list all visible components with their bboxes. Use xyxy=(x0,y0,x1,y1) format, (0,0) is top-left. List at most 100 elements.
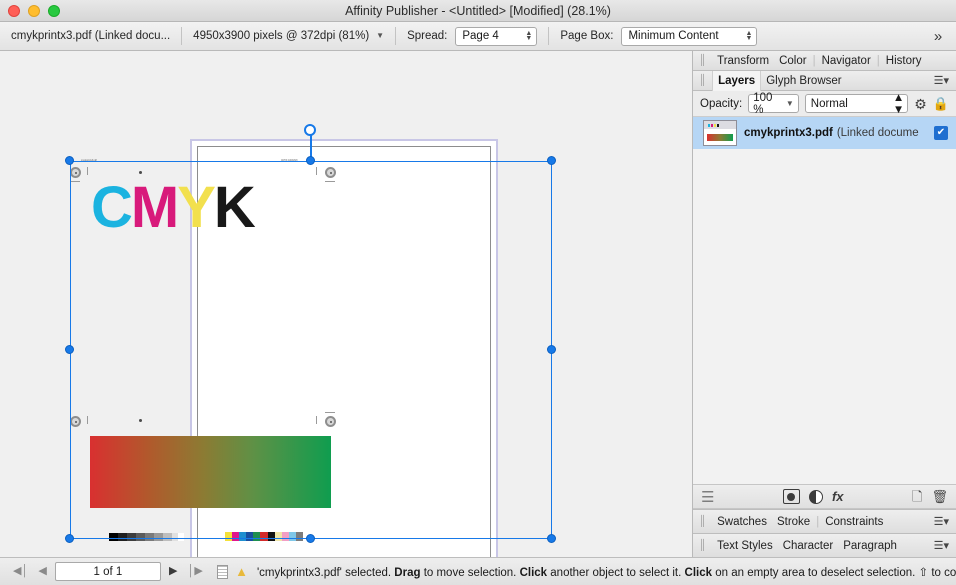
linked-pdf-artwork[interactable]: CMYK cmykprintx3.pdf CMYK 100/0/0/0 xyxy=(69,159,552,541)
selection-handle-bottom-right[interactable] xyxy=(547,534,556,543)
studio-tabs-layers: ║ Layers Glyph Browser ☰▾ xyxy=(693,70,956,91)
opacity-input[interactable]: 100 % ▼ xyxy=(748,91,799,116)
layer-properties-row: Opacity: 100 % ▼ Normal ▲ ▼ ⚙ 🔒 xyxy=(693,91,956,117)
letter-y: Y xyxy=(177,175,216,240)
tab-navigator[interactable]: Navigator xyxy=(817,51,876,71)
color-swatch xyxy=(246,532,254,541)
right-panel-rail: ║ Transform Color | Navigator | History … xyxy=(692,51,956,557)
blend-mode-value: Normal xyxy=(810,97,848,110)
letter-c: C xyxy=(91,175,133,240)
selection-handle-middle-right[interactable] xyxy=(547,345,556,354)
color-swatch xyxy=(260,532,268,541)
text-grip-icon[interactable]: ║ xyxy=(693,540,712,551)
color-test-strip xyxy=(225,532,304,541)
studio-tabs-text: ║ Text Styles Character Paragraph ☰▾ xyxy=(693,533,956,557)
page-box-stepper-icon[interactable]: ▲ ▼ xyxy=(746,30,754,42)
next-page-icon[interactable]: ▶ xyxy=(164,566,182,577)
registration-mark-bl xyxy=(70,416,81,427)
color-swatch xyxy=(253,532,261,541)
tab-transform[interactable]: Transform xyxy=(712,51,774,71)
layer-visibility-checkbox[interactable]: ✔ xyxy=(934,126,948,140)
tab-constraints[interactable]: Constraints xyxy=(820,512,888,532)
context-toolbar: cmykprintx3.pdf (Linked docu... 4950x390… xyxy=(0,22,956,51)
dimensions-dropdown[interactable]: 4950x3900 pixels @ 372dpi (81%) ▼ xyxy=(182,22,395,51)
selection-handle-top-right[interactable] xyxy=(547,156,556,165)
layers-list[interactable]: cmykprintx3.pdf (Linked docume ✔ xyxy=(693,117,956,484)
studio-tabs-top: ║ Transform Color | Navigator | History xyxy=(693,51,956,71)
tab-swatches[interactable]: Swatches xyxy=(712,512,772,532)
opacity-value: 100 % xyxy=(753,91,773,116)
layer-stack-icon[interactable]: ☰ xyxy=(701,488,714,506)
selection-handle-middle-left[interactable] xyxy=(65,345,74,354)
cmyk-wordmark: CMYK xyxy=(91,179,256,237)
swatches-panel-menu-icon[interactable]: ☰▾ xyxy=(934,515,956,528)
tab-layers[interactable]: Layers xyxy=(712,70,762,91)
tab-character[interactable]: Character xyxy=(778,536,839,556)
registration-mark-br xyxy=(325,416,336,427)
crop-overline-br xyxy=(325,412,335,413)
document-icon[interactable] xyxy=(216,564,229,579)
studio-tabs-swatches: ║ Swatches Stroke | Constraints ☰▾ xyxy=(693,509,956,533)
text-panel-menu-icon[interactable]: ☰▾ xyxy=(934,539,956,552)
color-swatch xyxy=(288,532,296,541)
tab-text-styles[interactable]: Text Styles xyxy=(712,536,778,556)
page-box-value: Minimum Content xyxy=(628,30,719,42)
tab-color[interactable]: Color xyxy=(774,51,811,71)
crop-tick-br xyxy=(316,416,317,424)
color-swatch xyxy=(267,532,275,541)
layers-panel-menu-icon[interactable]: ☰▾ xyxy=(934,74,956,87)
spread-stepper-icon[interactable]: ▲ ▼ xyxy=(525,30,533,42)
selection-handle-bottom-center[interactable] xyxy=(306,534,315,543)
selection-handle-bottom-left[interactable] xyxy=(65,534,74,543)
document-canvas[interactable]: CMYK cmykprintx3.pdf CMYK 100/0/0/0 xyxy=(0,51,692,557)
previous-page-icon[interactable]: ◀ xyxy=(33,566,51,577)
spread-select[interactable]: Page 4 ▲ ▼ xyxy=(455,26,538,46)
rotation-handle[interactable] xyxy=(304,124,316,136)
color-swatch xyxy=(239,532,247,541)
panel-grip-icon[interactable]: ║ xyxy=(693,55,712,66)
first-page-icon[interactable]: ◀│ xyxy=(8,566,33,577)
red-green-gradient-bar xyxy=(90,436,331,508)
tab-glyph-browser[interactable]: Glyph Browser xyxy=(761,71,846,91)
color-swatch xyxy=(281,532,289,541)
color-swatch xyxy=(274,532,282,541)
layer-row[interactable]: cmykprintx3.pdf (Linked docume ✔ xyxy=(693,117,956,149)
affinity-publisher-window: Affinity Publisher - <Untitled> [Modifie… xyxy=(0,0,956,585)
registration-mark-tl xyxy=(70,167,81,178)
crop-tick-bl xyxy=(87,416,88,424)
swatches-grip-icon[interactable]: ║ xyxy=(693,516,712,527)
microtext-right: CMYK 100/0/0/0 xyxy=(281,159,298,162)
fx-icon[interactable]: fx xyxy=(832,489,844,504)
spread-control: Spread: Page 4 ▲ ▼ xyxy=(396,22,548,51)
spread-value: Page 4 xyxy=(462,30,499,42)
title-bar: Affinity Publisher - <Untitled> [Modifie… xyxy=(0,0,956,22)
opacity-chevron-down-icon[interactable]: ▼ xyxy=(786,99,794,108)
blend-mode-stepper-icon[interactable]: ▲ ▼ xyxy=(893,92,904,116)
toolbar-overflow-icon[interactable]: » xyxy=(928,27,948,46)
new-layer-icon[interactable]: 🗋 xyxy=(912,490,922,503)
selection-handle-top-left[interactable] xyxy=(65,156,74,165)
gear-icon[interactable]: ⚙ xyxy=(914,97,927,111)
warning-bell-icon[interactable]: ▲ xyxy=(235,565,248,578)
dot-mark-top xyxy=(139,171,142,174)
layers-grip-icon[interactable]: ║ xyxy=(693,75,712,86)
crop-underline-tr xyxy=(325,181,335,182)
lock-icon[interactable]: 🔒 xyxy=(933,97,949,110)
last-page-icon[interactable]: │▶ xyxy=(182,566,207,577)
selection-handle-top-center[interactable] xyxy=(306,156,315,165)
grayscale-test-strip xyxy=(109,533,184,541)
layer-thumbnail xyxy=(703,120,737,146)
tab-stroke[interactable]: Stroke xyxy=(772,512,815,532)
crop-tick-tl xyxy=(87,167,88,175)
blend-mode-select[interactable]: Normal ▲ ▼ xyxy=(804,92,909,116)
add-mask-icon[interactable] xyxy=(782,489,800,504)
status-bar: ◀│ ◀ 1 of 1 ▶ │▶ ▲ 'cmykprintx3.pdf' sel… xyxy=(0,557,956,585)
page-box-select[interactable]: Minimum Content ▲ ▼ xyxy=(621,26,758,46)
page-indicator[interactable]: 1 of 1 xyxy=(54,562,161,581)
tab-history[interactable]: History xyxy=(881,51,927,71)
tab-paragraph[interactable]: Paragraph xyxy=(838,536,902,556)
color-swatch xyxy=(232,532,240,541)
trash-icon[interactable]: 🗑 xyxy=(932,490,949,503)
document-name-field[interactable]: cmykprintx3.pdf (Linked docu... xyxy=(0,22,181,51)
adjustment-icon[interactable] xyxy=(808,489,823,504)
